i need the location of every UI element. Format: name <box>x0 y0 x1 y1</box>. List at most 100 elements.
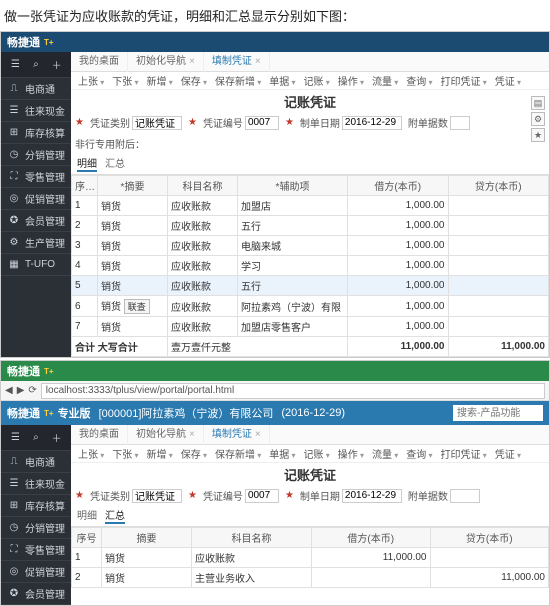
subtab-summary[interactable]: 汇总 <box>105 507 125 524</box>
col-header[interactable]: 借方(本币) <box>312 528 431 548</box>
sidebar-item-4[interactable]: ⛶零售管理 <box>1 539 71 561</box>
toolbar-item-3[interactable]: 保存 <box>178 73 210 88</box>
aux-icon-3[interactable]: ★ <box>531 128 545 142</box>
aux-icon-2[interactable]: ⚙ <box>531 112 545 126</box>
cell-account: 应收账款 <box>168 216 238 236</box>
close-icon[interactable]: × <box>255 52 261 72</box>
sidebar-item-4[interactable]: ⛶零售管理 <box>1 166 71 188</box>
toolbar-item-9[interactable]: 查询 <box>403 446 435 461</box>
toolbar-item-6[interactable]: 记账 <box>301 446 333 461</box>
toolbar-item-1[interactable]: 下张 <box>109 73 141 88</box>
menu-icon[interactable]: ☰ <box>8 431 22 445</box>
toolbar-item-2[interactable]: 新增 <box>144 73 176 88</box>
toolbar-item-6[interactable]: 记账 <box>301 73 333 88</box>
toolbar-item-11[interactable]: 凭证 <box>492 73 524 88</box>
col-header[interactable]: 借方(本币) <box>348 176 449 196</box>
no-input[interactable] <box>245 116 279 130</box>
url-box[interactable]: localhost:3333/tplus/view/portal/portal.… <box>41 383 545 399</box>
toolbar-item-0[interactable]: 上张 <box>75 73 107 88</box>
tab-1[interactable]: 初始化导航× <box>128 425 204 445</box>
col-header[interactable]: 序号 <box>72 176 98 196</box>
star-icon: ★ <box>188 490 197 501</box>
toolbar-item-4[interactable]: 保存新增 <box>212 73 264 88</box>
plus-icon[interactable]: ＋ <box>50 58 64 72</box>
col-header[interactable]: 序号 <box>72 528 102 548</box>
close-icon[interactable]: × <box>189 52 195 72</box>
type-input[interactable] <box>132 489 182 503</box>
back-icon[interactable]: ◀ <box>5 385 13 396</box>
toolbar-item-0[interactable]: 上张 <box>75 446 107 461</box>
search-icon[interactable]: ⌕ <box>29 58 43 72</box>
search-icon[interactable]: ⌕ <box>29 431 43 445</box>
col-header[interactable]: 科目名称 <box>192 528 312 548</box>
att-input[interactable] <box>450 489 480 503</box>
table-row[interactable]: 7销货应收账款加盟店零售客户1,000.00 <box>72 317 549 337</box>
col-header[interactable]: *摘要 <box>98 176 168 196</box>
menu-icon[interactable]: ☰ <box>8 58 22 72</box>
type-input[interactable] <box>132 116 182 130</box>
sidebar-item-0[interactable]: ⎍电商通 <box>1 78 71 100</box>
table-row[interactable]: 1销货应收账款11,000.00 <box>72 548 549 568</box>
toolbar-item-1[interactable]: 下张 <box>109 446 141 461</box>
lookup-button[interactable]: 联查 <box>124 299 150 314</box>
col-header[interactable]: 贷方(本币) <box>448 176 549 196</box>
close-icon[interactable]: × <box>255 425 261 445</box>
reload-icon[interactable]: ⟳ <box>28 385 36 396</box>
col-header[interactable]: *辅助项 <box>238 176 348 196</box>
toolbar-item-8[interactable]: 流量 <box>369 446 401 461</box>
sidebar-item-5[interactable]: ◎促销管理 <box>1 188 71 210</box>
toolbar-item-5[interactable]: 单据 <box>266 73 298 88</box>
sidebar-item-3[interactable]: ◷分销管理 <box>1 517 71 539</box>
sidebar-item-6[interactable]: ✪会员管理 <box>1 583 71 605</box>
tab-0[interactable]: 我的桌面 <box>71 425 128 445</box>
toolbar-item-9[interactable]: 查询 <box>403 73 435 88</box>
col-header[interactable]: 贷方(本币) <box>430 528 549 548</box>
sidebar-item-0[interactable]: ⎍电商通 <box>1 451 71 473</box>
subtab-summary[interactable]: 汇总 <box>105 155 125 172</box>
table-row[interactable]: 4销货应收账款学习1,000.00 <box>72 256 549 276</box>
toolbar-item-11[interactable]: 凭证 <box>492 446 524 461</box>
toolbar-item-2[interactable]: 新增 <box>144 446 176 461</box>
table-row[interactable]: 5销货应收账款五行1,000.00 <box>72 276 549 296</box>
toolbar-item-10[interactable]: 打印凭证 <box>438 73 490 88</box>
col-header[interactable]: 科目名称 <box>168 176 238 196</box>
date-input[interactable] <box>342 116 402 130</box>
sidebar-item-3[interactable]: ◷分销管理 <box>1 144 71 166</box>
sidebar-item-2[interactable]: ⊞库存核算 <box>1 495 71 517</box>
table-row[interactable]: 1销货应收账款加盟店1,000.00 <box>72 196 549 216</box>
toolbar-item-4[interactable]: 保存新增 <box>212 446 264 461</box>
fwd-icon[interactable]: ▶ <box>17 385 25 396</box>
aux-icon-1[interactable]: ▤ <box>531 96 545 110</box>
table-row[interactable]: 2销货应收账款五行1,000.00 <box>72 216 549 236</box>
sidebar-item-2[interactable]: ⊞库存核算 <box>1 122 71 144</box>
table-row[interactable]: 3销货应收账款电脑来城1,000.00 <box>72 236 549 256</box>
table-row[interactable]: 6销货 联查应收账款阿拉素鸡（宁波）有限1,000.00 <box>72 296 549 317</box>
toolbar-item-7[interactable]: 操作 <box>335 446 367 461</box>
sidebar-item-6[interactable]: ✪会员管理 <box>1 210 71 232</box>
toolbar-item-5[interactable]: 单据 <box>266 446 298 461</box>
tab-1[interactable]: 初始化导航× <box>128 52 204 72</box>
date-input[interactable] <box>342 489 402 503</box>
toolbar-item-10[interactable]: 打印凭证 <box>438 446 490 461</box>
toolbar-item-7[interactable]: 操作 <box>335 73 367 88</box>
plus-icon[interactable]: ＋ <box>50 431 64 445</box>
close-icon[interactable]: × <box>189 425 195 445</box>
no-input[interactable] <box>245 489 279 503</box>
search-input[interactable] <box>453 405 543 421</box>
sidebar-item-7[interactable]: ⚙生产管理 <box>1 232 71 254</box>
sidebar-item-1[interactable]: ☰往来现金 <box>1 473 71 495</box>
sidebar-item-5[interactable]: ◎促销管理 <box>1 561 71 583</box>
tab-2[interactable]: 填制凭证× <box>204 52 270 72</box>
tab-2[interactable]: 填制凭证× <box>204 425 270 445</box>
sidebar-top: ☰ ⌕ ＋ <box>1 425 71 451</box>
subtab-detail[interactable]: 明细 <box>77 507 97 524</box>
toolbar-item-8[interactable]: 流量 <box>369 73 401 88</box>
toolbar-item-3[interactable]: 保存 <box>178 446 210 461</box>
table-row[interactable]: 2销货主营业务收入11,000.00 <box>72 568 549 588</box>
subtab-detail[interactable]: 明细 <box>77 155 97 172</box>
sidebar-item-8[interactable]: ▦T-UFO <box>1 254 71 276</box>
tab-0[interactable]: 我的桌面 <box>71 52 128 72</box>
sidebar-item-1[interactable]: ☰往来现金 <box>1 100 71 122</box>
col-header[interactable]: 摘要 <box>102 528 192 548</box>
att-input[interactable] <box>450 116 470 130</box>
